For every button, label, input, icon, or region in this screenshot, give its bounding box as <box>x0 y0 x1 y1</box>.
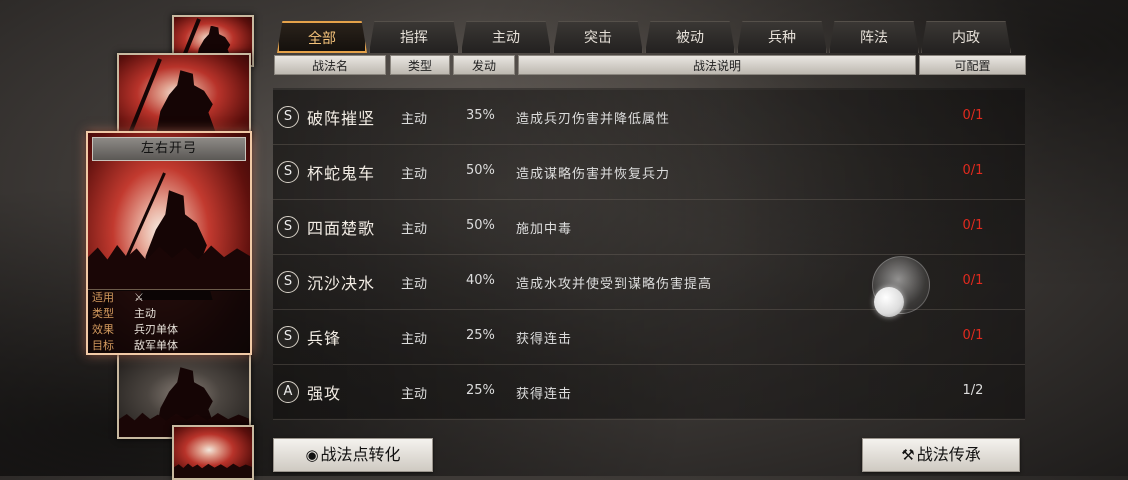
header-rate[interactable]: 发动 <box>453 55 515 75</box>
tactic-name: 破阵摧坚 <box>307 109 376 128</box>
tactic-desc: 获得连击 <box>516 332 573 347</box>
tactic-desc: 造成谋略伤害并恢复兵力 <box>516 167 671 182</box>
tactic-name: 强攻 <box>307 384 342 403</box>
category-tabs: 全部 指挥 主动 突击 被动 兵种 阵法 内政 <box>277 21 1011 53</box>
card-info-value: 主动 <box>134 307 156 320</box>
header-desc: 战法说明 <box>518 55 916 75</box>
card-info: 适用 ⚔ 类型 主动 效果 兵刃单体 目标 敌军单体 <box>88 289 250 353</box>
card-info-value: 敌军单体 <box>134 339 178 352</box>
tactic-rate: 25% <box>466 328 495 343</box>
tactic-card-back[interactable] <box>117 53 251 142</box>
card-info-row: 类型 主动 <box>92 306 250 322</box>
card-info-key: 类型 <box>92 307 114 320</box>
grade-badge: S <box>277 271 299 293</box>
header-name[interactable]: 战法名 <box>274 55 386 75</box>
tactic-desc: 造成水攻并使受到谋略伤害提高 <box>516 277 713 292</box>
tab-formation[interactable]: 阵法 <box>829 21 919 53</box>
tactic-rate: 40% <box>466 273 495 288</box>
selected-tactic-card[interactable]: 左右开弓 适用 ⚔ 类型 主动 效果 兵刃单体 目标 敌军单体 <box>86 131 252 355</box>
card-info-row: 效果 兵刃单体 <box>92 322 250 338</box>
tactic-rate: 35% <box>466 108 495 123</box>
tactic-config: 0/1 <box>962 108 984 123</box>
tab-internal[interactable]: 内政 <box>921 21 1011 53</box>
card-spear <box>128 58 162 133</box>
tactic-type: 主动 <box>401 387 428 402</box>
tab-command[interactable]: 指挥 <box>369 21 459 53</box>
drop-icon: ◉ <box>305 446 319 464</box>
tactic-list[interactable]: S 破阵摧坚 主动 35% 造成兵刃伤害并降低属性 0/1 S 杯蛇鬼车 主动 … <box>273 88 1025 420</box>
table-row[interactable]: S 兵锋 主动 25% 获得连击 0/1 <box>273 310 1025 365</box>
card-figure <box>155 70 218 139</box>
tab-active[interactable]: 主动 <box>461 21 551 53</box>
tab-all[interactable]: 全部 <box>277 21 367 53</box>
card-info-value: 兵刃单体 <box>134 323 178 336</box>
grade-badge: S <box>277 216 299 238</box>
tactic-config: 0/1 <box>962 163 984 178</box>
tactic-name: 四面楚歌 <box>307 219 376 238</box>
tactic-config: 0/1 <box>962 273 984 288</box>
tactic-config: 1/2 <box>962 383 984 398</box>
tactic-config: 0/1 <box>962 218 984 233</box>
card-info-key: 适用 <box>92 291 114 304</box>
table-row[interactable]: S 四面楚歌 主动 50% 施加中毒 0/1 <box>273 200 1025 255</box>
card-info-row: 适用 ⚔ <box>92 290 250 306</box>
grade-badge: S <box>277 106 299 128</box>
tactic-card-back[interactable] <box>172 425 254 480</box>
tactic-type: 主动 <box>401 112 428 127</box>
hammer-icon: ⚒ <box>901 446 915 464</box>
tactic-type: 主动 <box>401 332 428 347</box>
bow-icon: ⚔ <box>134 291 144 304</box>
grade-badge: S <box>277 326 299 348</box>
tab-assault[interactable]: 突击 <box>553 21 643 53</box>
card-info-key: 目标 <box>92 339 114 352</box>
table-row[interactable]: A 强攻 主动 25% 获得连击 1/2 <box>273 365 1025 420</box>
tactic-rate: 50% <box>466 163 495 178</box>
inherit-tactic-button[interactable]: ⚒ 战法传承 <box>862 438 1020 472</box>
tab-troop[interactable]: 兵种 <box>737 21 827 53</box>
card-info-key: 效果 <box>92 323 114 336</box>
header-type[interactable]: 类型 <box>390 55 450 75</box>
convert-points-button[interactable]: ◉ 战法点转化 <box>273 438 433 472</box>
tactic-desc: 施加中毒 <box>516 222 573 237</box>
tactic-type: 主动 <box>401 277 428 292</box>
card-title: 左右开弓 <box>92 137 246 161</box>
tactic-config: 0/1 <box>962 328 984 343</box>
tactic-desc: 获得连击 <box>516 387 573 402</box>
card-info-row: 目标 敌军单体 <box>92 338 250 353</box>
table-row[interactable]: S 杯蛇鬼车 主动 50% 造成谋略伤害并恢复兵力 0/1 <box>273 145 1025 200</box>
grade-badge: A <box>277 381 299 403</box>
grade-badge: S <box>277 161 299 183</box>
tactic-rate: 50% <box>466 218 495 233</box>
tactic-name: 杯蛇鬼车 <box>307 164 376 183</box>
tactic-desc: 造成兵刃伤害并降低属性 <box>516 112 671 127</box>
tactic-type: 主动 <box>401 222 428 237</box>
header-config[interactable]: 可配置 <box>919 55 1026 75</box>
tactic-name: 沉沙决水 <box>307 274 376 293</box>
inherit-tactic-label: 战法传承 <box>916 445 981 464</box>
tactic-rate: 25% <box>466 383 495 398</box>
table-row[interactable]: S 破阵摧坚 主动 35% 造成兵刃伤害并降低属性 0/1 <box>273 90 1025 145</box>
tactic-name: 兵锋 <box>307 329 342 348</box>
tab-passive[interactable]: 被动 <box>645 21 735 53</box>
floating-assist-knob[interactable] <box>874 287 904 317</box>
tactic-type: 主动 <box>401 167 428 182</box>
convert-points-label: 战法点转化 <box>320 445 401 464</box>
